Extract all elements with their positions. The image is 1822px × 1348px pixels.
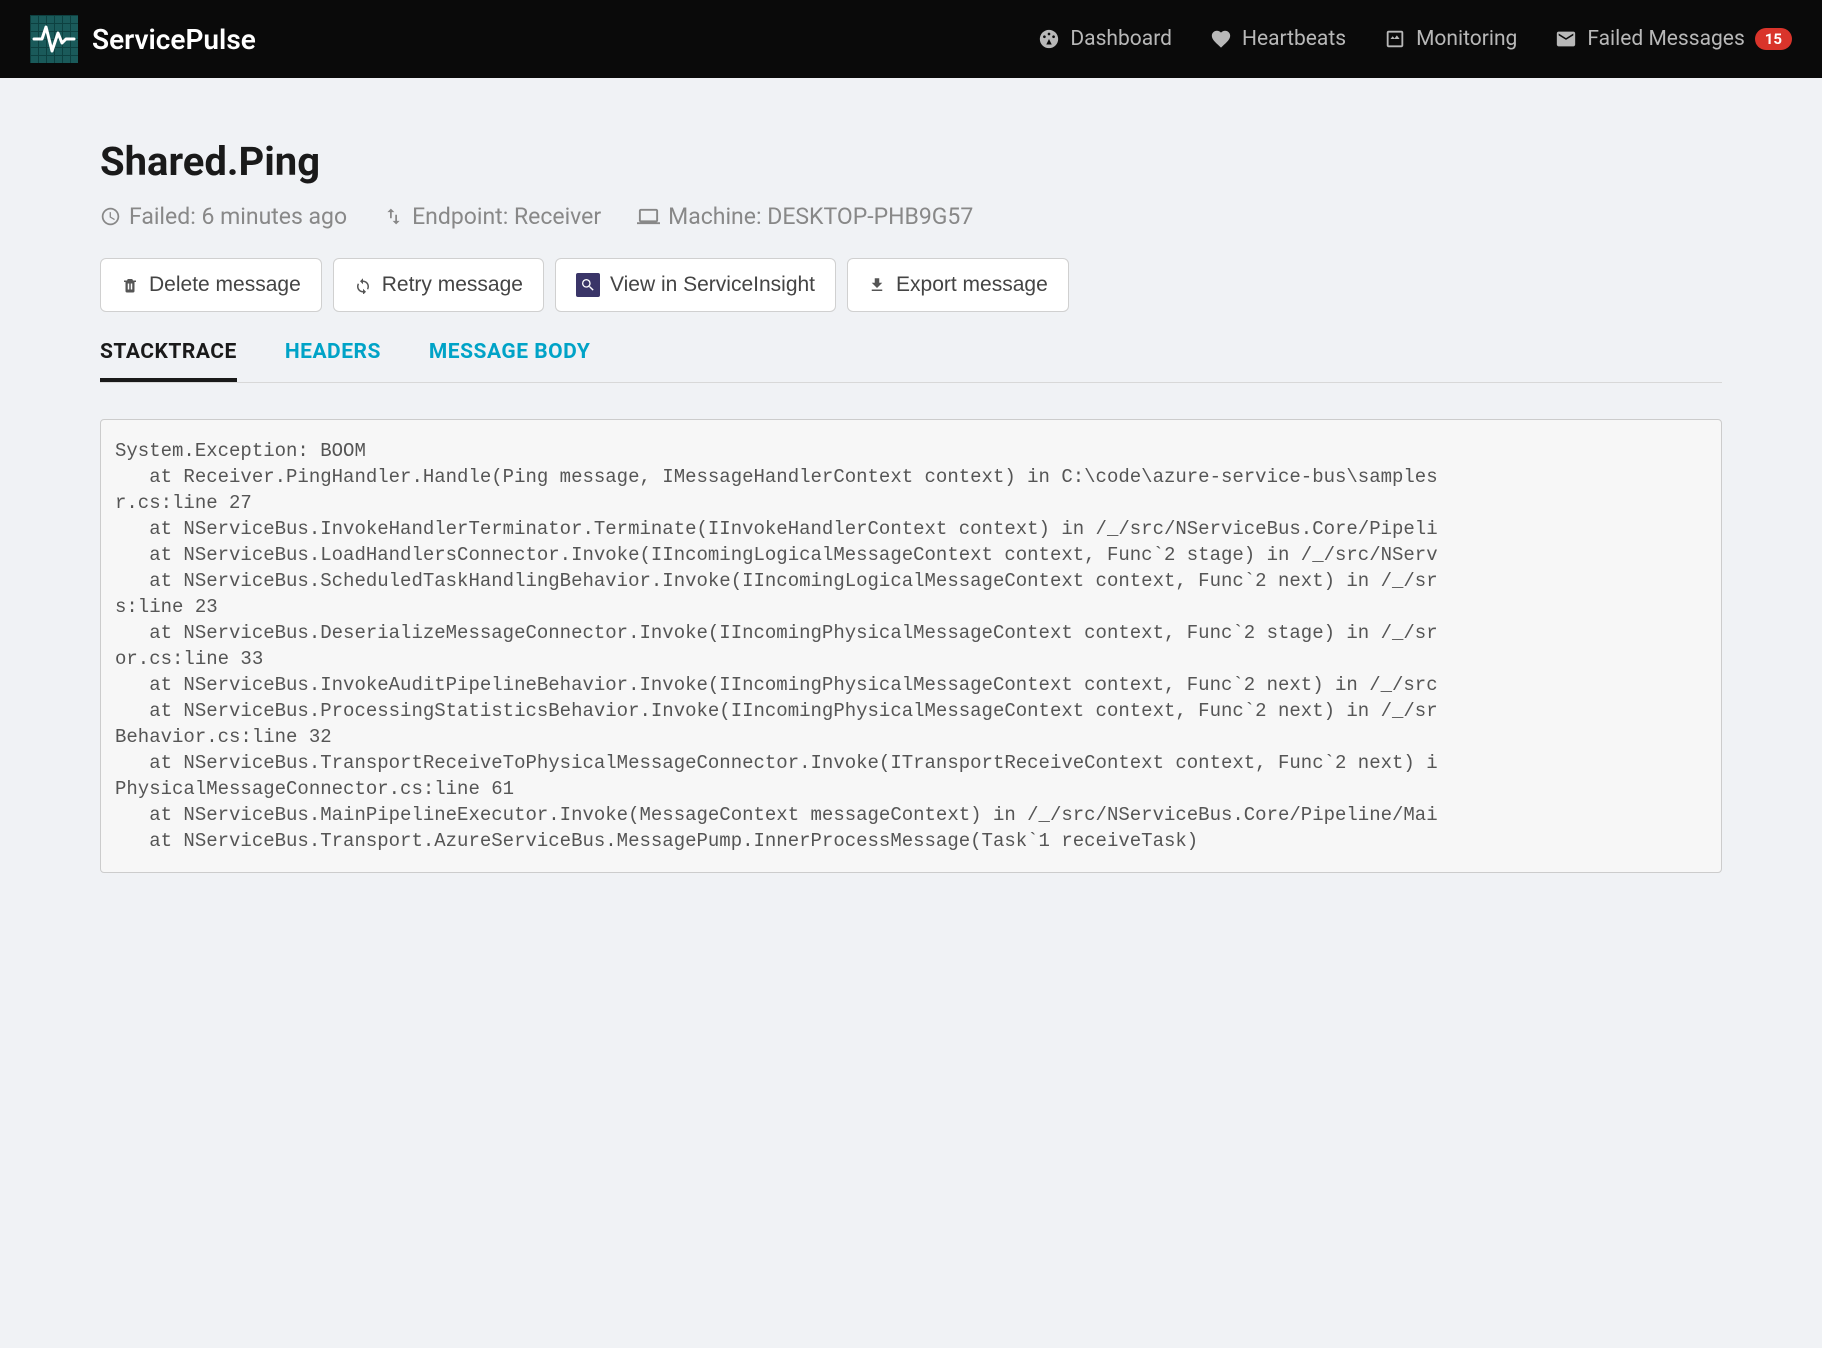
logo[interactable]: ServicePulse — [30, 15, 256, 63]
stacktrace-panel: System.Exception: BOOM at Receiver.PingH… — [100, 419, 1722, 873]
app-name: ServicePulse — [92, 23, 256, 56]
nav-monitoring[interactable]: Monitoring — [1384, 27, 1517, 51]
laptop-icon — [637, 205, 660, 228]
meta-failed: Failed: 6 minutes ago — [100, 203, 347, 230]
app-header: ServicePulse Dashboard Heartbeats Monito… — [0, 0, 1822, 78]
clock-icon — [100, 206, 121, 227]
nav-dashboard-label: Dashboard — [1070, 27, 1172, 51]
serviceinsight-label: View in ServiceInsight — [610, 273, 815, 297]
download-icon — [868, 276, 886, 294]
nav-failed-messages[interactable]: Failed Messages 15 — [1555, 27, 1792, 51]
retry-label: Retry message — [382, 273, 523, 297]
endpoint-label: Endpoint: Receiver — [412, 203, 601, 230]
page-title: Shared.Ping — [100, 138, 1722, 185]
heartbeat-icon — [1210, 28, 1232, 50]
pulse-logo-icon — [30, 15, 78, 63]
machine-label: Machine: DESKTOP-PHB9G57 — [668, 203, 973, 230]
nav-heartbeats[interactable]: Heartbeats — [1210, 27, 1346, 51]
export-button[interactable]: Export message — [847, 258, 1069, 312]
meta-row: Failed: 6 minutes ago Endpoint: Receiver… — [100, 203, 1722, 230]
action-buttons: Delete message Retry message View in Ser… — [100, 258, 1722, 312]
tab-headers[interactable]: HEADERS — [285, 340, 381, 382]
failed-time-label: Failed: 6 minutes ago — [129, 203, 347, 230]
endpoint-icon — [383, 206, 404, 227]
tab-stacktrace[interactable]: STACKTRACE — [100, 340, 237, 382]
meta-machine: Machine: DESKTOP-PHB9G57 — [637, 203, 973, 230]
monitoring-icon — [1384, 28, 1406, 50]
envelope-icon — [1555, 28, 1577, 50]
trash-icon — [121, 276, 139, 294]
tab-message-body[interactable]: MESSAGE BODY — [429, 340, 590, 382]
nav-failed-messages-label: Failed Messages — [1587, 27, 1744, 51]
retry-button[interactable]: Retry message — [333, 258, 544, 312]
failed-count-badge: 15 — [1755, 28, 1792, 50]
detail-tabs: STACKTRACE HEADERS MESSAGE BODY — [100, 340, 1722, 383]
nav-dashboard[interactable]: Dashboard — [1038, 27, 1172, 51]
main-nav: Dashboard Heartbeats Monitoring Failed M… — [1038, 27, 1792, 51]
refresh-icon — [354, 276, 372, 294]
nav-heartbeats-label: Heartbeats — [1242, 27, 1346, 51]
delete-button[interactable]: Delete message — [100, 258, 322, 312]
delete-label: Delete message — [149, 273, 301, 297]
export-label: Export message — [896, 273, 1048, 297]
nav-monitoring-label: Monitoring — [1416, 27, 1517, 51]
dashboard-icon — [1038, 28, 1060, 50]
meta-endpoint: Endpoint: Receiver — [383, 203, 601, 230]
serviceinsight-icon — [576, 273, 600, 297]
page-content: Shared.Ping Failed: 6 minutes ago Endpoi… — [0, 78, 1822, 913]
serviceinsight-button[interactable]: View in ServiceInsight — [555, 258, 836, 312]
